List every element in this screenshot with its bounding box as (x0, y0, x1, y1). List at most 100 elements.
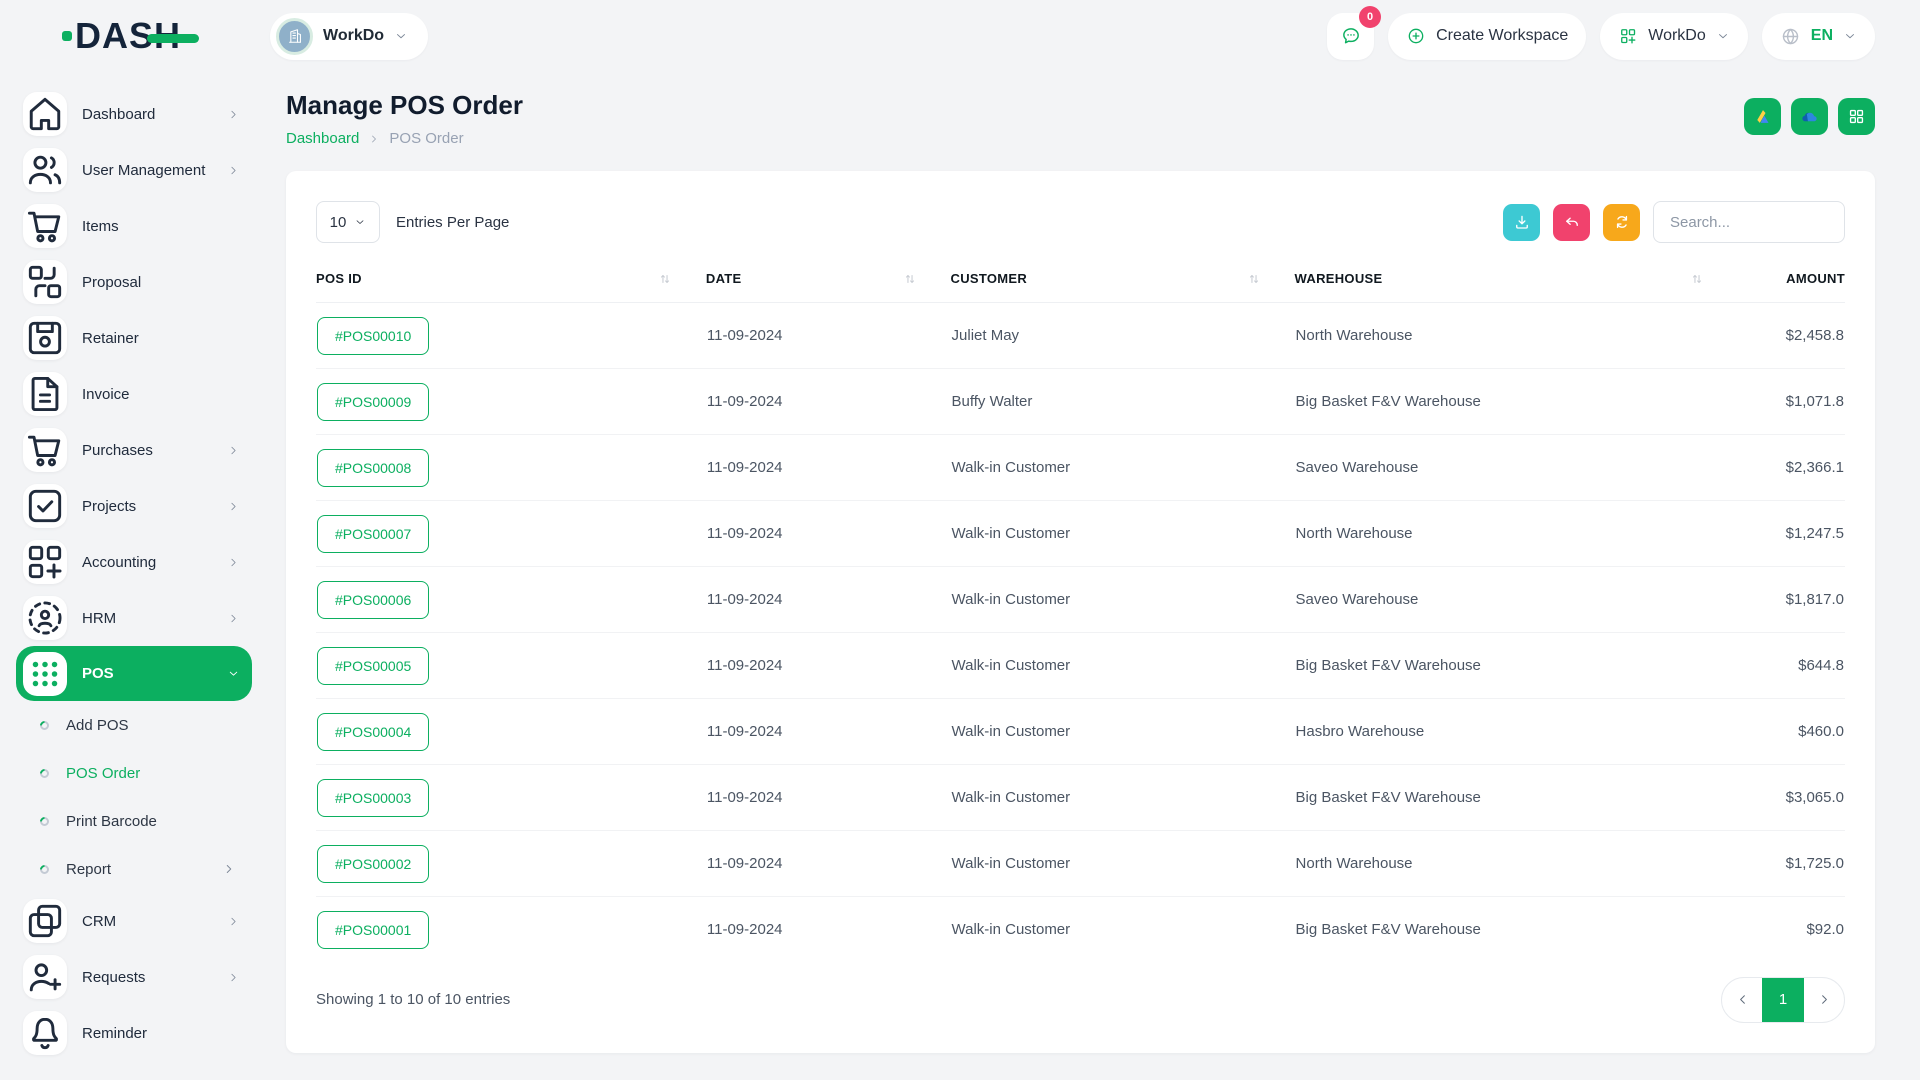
cell-customer: Walk-in Customer (951, 435, 1295, 501)
sidebar-subitem-label: Add POS (66, 717, 236, 734)
onedrive-button[interactable] (1791, 98, 1828, 135)
cell-date: 11-09-2024 (706, 765, 951, 831)
cell-amount: $1,725.0 (1738, 831, 1845, 897)
cell-warehouse: Big Basket F&V Warehouse (1295, 369, 1738, 435)
user-workspace-label: WorkDo (1648, 27, 1706, 45)
controls-right (1503, 201, 1845, 243)
sidebar-menu: DashboardUser ManagementItemsProposalRet… (16, 86, 252, 1061)
cell-warehouse: Big Basket F&V Warehouse (1295, 765, 1738, 831)
cell-pos-id: #POS00003 (316, 765, 706, 831)
cell-warehouse: Big Basket F&V Warehouse (1295, 897, 1738, 963)
sort-icon (1690, 272, 1704, 286)
pagination-page-1[interactable]: 1 (1762, 978, 1804, 1022)
sidebar-item-dashboard[interactable]: Dashboard (16, 86, 252, 142)
app-logo[interactable]: DASH (62, 18, 199, 54)
cell-warehouse: Saveo Warehouse (1295, 435, 1738, 501)
cell-amount: $1,817.0 (1738, 567, 1845, 633)
sidebar-item-label: HRM (82, 610, 212, 627)
column-header-inner: AMOUNT (1738, 271, 1845, 286)
pos-id-link[interactable]: #POS00010 (317, 317, 429, 355)
chevron-right-icon (227, 164, 240, 177)
google-drive-button[interactable] (1744, 98, 1781, 135)
pos-icon (23, 652, 67, 696)
chevron-down-icon (1843, 29, 1857, 43)
cell-date: 11-09-2024 (706, 435, 951, 501)
pos-id-link[interactable]: #POS00008 (317, 449, 429, 487)
sidebar-item-label: Purchases (82, 442, 212, 459)
pos-id-link[interactable]: #POS00004 (317, 713, 429, 751)
sidebar-item-pos[interactable]: POS (16, 646, 252, 701)
sidebar-subitem-pos-order[interactable]: POS Order (16, 749, 252, 797)
bullet-icon (38, 815, 51, 828)
messages-badge: 0 (1359, 6, 1381, 28)
sidebar-item-hrm[interactable]: HRM (16, 590, 252, 646)
cell-warehouse: Big Basket F&V Warehouse (1295, 633, 1738, 699)
refresh-button[interactable] (1603, 204, 1640, 241)
cell-pos-id: #POS00009 (316, 369, 706, 435)
sidebar-subitem-report[interactable]: Report (16, 845, 252, 893)
sidebar-subitem-print-barcode[interactable]: Print Barcode (16, 797, 252, 845)
cell-date: 11-09-2024 (706, 567, 951, 633)
column-header-pos-id[interactable]: POS ID (316, 271, 706, 303)
workspace-switcher[interactable]: WorkDo (270, 13, 428, 60)
page-head: Manage POS Order Dashboard POS Order (286, 86, 1875, 147)
sort-icon (903, 272, 917, 286)
user-workspace-menu[interactable]: WorkDo (1600, 13, 1748, 60)
search-input[interactable] (1653, 201, 1845, 243)
sidebar-item-proposal[interactable]: Proposal (16, 254, 252, 310)
language-menu[interactable]: EN (1762, 13, 1875, 60)
cell-pos-id: #POS00007 (316, 501, 706, 567)
page-title: Manage POS Order (286, 90, 523, 121)
sort-icon (658, 272, 672, 286)
messages-button[interactable]: 0 (1327, 13, 1374, 60)
pagination-next-button[interactable] (1804, 978, 1844, 1022)
column-header-date[interactable]: DATE (706, 271, 951, 303)
sidebar-item-label: Reminder (82, 1025, 240, 1042)
sidebar-item-retainer[interactable]: Retainer (16, 310, 252, 366)
create-workspace-button[interactable]: Create Workspace (1388, 13, 1586, 60)
pos-id-link[interactable]: #POS00003 (317, 779, 429, 817)
sidebar-item-label: Requests (82, 969, 212, 986)
sidebar-item-requests[interactable]: Requests (16, 949, 252, 1005)
cell-warehouse: North Warehouse (1295, 303, 1738, 369)
entries-per-page-select[interactable]: 10 (316, 201, 380, 243)
proposal-icon (23, 260, 67, 304)
language-label: EN (1811, 27, 1833, 45)
table-row: #POS0000711-09-2024Walk-in CustomerNorth… (316, 501, 1845, 567)
pos-id-link[interactable]: #POS00009 (317, 383, 429, 421)
grid-button[interactable] (1838, 98, 1875, 135)
sidebar-item-invoice[interactable]: Invoice (16, 366, 252, 422)
pos-id-link[interactable]: #POS00006 (317, 581, 429, 619)
sidebar-item-crm[interactable]: CRM (16, 893, 252, 949)
cell-pos-id: #POS00010 (316, 303, 706, 369)
sidebar-item-projects[interactable]: Projects (16, 478, 252, 534)
sidebar-item-purchases[interactable]: Purchases (16, 422, 252, 478)
sidebar-item-reminder[interactable]: Reminder (16, 1005, 252, 1061)
breadcrumb-dashboard-link[interactable]: Dashboard (286, 130, 359, 147)
sidebar-subitem-add-pos[interactable]: Add POS (16, 701, 252, 749)
pos-id-link[interactable]: #POS00002 (317, 845, 429, 883)
onedrive-icon (1800, 107, 1819, 126)
chevron-down-icon (354, 216, 366, 228)
cell-date: 11-09-2024 (706, 699, 951, 765)
export-buttons (1503, 204, 1640, 241)
pos-id-link[interactable]: #POS00001 (317, 911, 429, 949)
undo-button[interactable] (1553, 204, 1590, 241)
pos-id-link[interactable]: #POS00005 (317, 647, 429, 685)
cell-amount: $1,247.5 (1738, 501, 1845, 567)
cell-amount: $92.0 (1738, 897, 1845, 963)
cell-amount: $2,366.1 (1738, 435, 1845, 501)
column-header-warehouse[interactable]: WAREHOUSE (1295, 271, 1738, 303)
download-button[interactable] (1503, 204, 1540, 241)
sidebar-item-accounting[interactable]: Accounting (16, 534, 252, 590)
sidebar-item-label: POS (82, 665, 212, 682)
pos-order-table: POS IDDATECUSTOMERWAREHOUSEAMOUNT #POS00… (316, 271, 1845, 963)
column-header-customer[interactable]: CUSTOMER (951, 271, 1295, 303)
pos-id-link[interactable]: #POS00007 (317, 515, 429, 553)
pagination-prev-button[interactable] (1722, 978, 1762, 1022)
sidebar-item-items[interactable]: Items (16, 198, 252, 254)
accounting-icon (23, 540, 67, 584)
users-icon (23, 148, 67, 192)
cell-amount: $1,071.8 (1738, 369, 1845, 435)
sidebar-item-user-management[interactable]: User Management (16, 142, 252, 198)
